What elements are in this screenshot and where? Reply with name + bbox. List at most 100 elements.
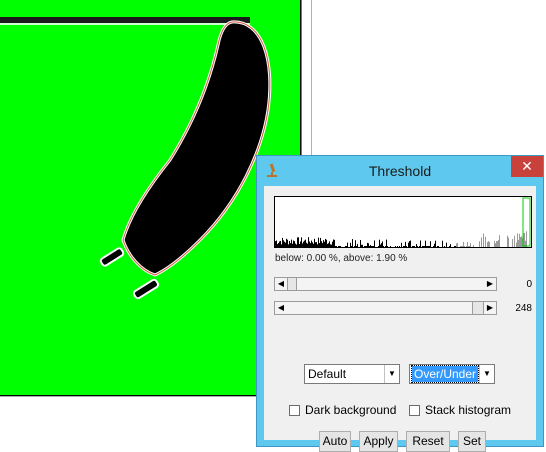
histogram-bin xyxy=(297,237,298,247)
histogram-bin xyxy=(463,241,464,247)
histogram-bin xyxy=(287,239,288,247)
histogram-bin xyxy=(386,239,387,247)
left-arrow-icon[interactable]: ◀ xyxy=(275,278,287,290)
histogram-bin xyxy=(390,246,391,247)
histogram-bin xyxy=(361,244,362,247)
histogram-bin xyxy=(519,233,520,247)
histogram-bin xyxy=(295,243,296,247)
histogram-bin xyxy=(306,242,307,247)
histogram-bin xyxy=(279,241,280,247)
dark-background-checkbox[interactable] xyxy=(289,404,300,416)
histogram-bin xyxy=(479,241,480,247)
histogram-bin xyxy=(381,243,382,247)
close-icon: ✕ xyxy=(521,158,533,174)
histogram-bin xyxy=(300,241,301,247)
histogram-bin xyxy=(425,240,426,247)
histogram-bin xyxy=(289,241,290,247)
histogram-bin xyxy=(470,243,471,247)
histogram-bin xyxy=(347,242,348,247)
histogram-bin xyxy=(427,246,428,247)
histogram-bin xyxy=(350,242,351,247)
histogram-bin xyxy=(489,241,490,247)
histogram-bin xyxy=(512,239,513,247)
method-select[interactable]: Default ▼ xyxy=(304,364,400,384)
histogram-bin xyxy=(336,246,337,247)
histogram-bin xyxy=(412,246,413,247)
histogram-bin xyxy=(516,242,517,247)
histogram-bin xyxy=(401,242,402,247)
histogram-bin xyxy=(283,240,284,247)
histogram-bin xyxy=(338,246,339,247)
thresholded-image xyxy=(0,17,272,300)
right-arrow-icon[interactable]: ▶ xyxy=(484,302,496,314)
histogram-bin xyxy=(456,243,457,247)
stack-histogram-checkbox[interactable] xyxy=(409,404,420,416)
histogram-bin xyxy=(288,244,289,247)
histogram-bin xyxy=(410,240,411,247)
histogram-bin xyxy=(370,244,371,247)
histogram-bin xyxy=(508,237,509,247)
chevron-down-icon[interactable]: ▼ xyxy=(384,365,399,383)
close-button[interactable]: ✕ xyxy=(511,156,543,177)
stack-histogram-option[interactable]: Stack histogram xyxy=(409,403,511,417)
histogram-bin xyxy=(422,246,423,247)
histogram-bin xyxy=(301,237,302,247)
method-select-value: Default xyxy=(308,367,347,381)
histogram-bin xyxy=(293,240,294,247)
histogram-bin xyxy=(291,239,292,247)
histogram-bin xyxy=(423,246,424,247)
histogram-bin xyxy=(285,242,286,247)
histogram-bin xyxy=(305,239,306,247)
histogram-bin xyxy=(362,244,363,247)
histogram-bin xyxy=(404,246,405,247)
histogram-bin xyxy=(314,238,315,247)
display-mode-select[interactable]: Over/Under ▼ xyxy=(409,364,495,384)
histogram-bin xyxy=(302,243,303,247)
histogram-bin xyxy=(372,246,373,247)
max-slider-thumb[interactable] xyxy=(472,302,484,314)
histogram-bin xyxy=(308,237,309,247)
threshold-stats: below: 0.00 %, above: 1.90 % xyxy=(275,253,408,264)
left-arrow-icon[interactable]: ◀ xyxy=(275,302,287,314)
histogram-bin xyxy=(323,240,324,247)
histogram-bin xyxy=(403,246,404,247)
histogram-bin xyxy=(426,246,427,247)
histogram-bin xyxy=(292,243,293,247)
histogram-bin xyxy=(299,244,300,247)
histogram-bin xyxy=(455,246,456,247)
histogram-bin xyxy=(311,240,312,247)
threshold-dialog: Threshold ✕ below: 0.00 %, above: 1.90 %… xyxy=(256,155,544,452)
dark-background-label: Dark background xyxy=(305,403,397,417)
histogram-bin xyxy=(417,246,418,247)
histogram-bin xyxy=(405,241,406,247)
histogram-bin xyxy=(329,241,330,247)
histogram-bin xyxy=(280,240,281,247)
histogram-bin xyxy=(485,236,486,247)
max-threshold-slider[interactable]: ◀ ▶ xyxy=(274,301,497,315)
histogram-bin xyxy=(368,243,369,247)
min-slider-thumb[interactable] xyxy=(287,278,297,290)
dialog-titlebar[interactable]: Threshold ✕ xyxy=(257,156,543,186)
histogram-bin xyxy=(435,240,436,247)
histogram-bin xyxy=(399,246,400,247)
histogram-bin xyxy=(335,246,336,247)
right-arrow-icon[interactable]: ▶ xyxy=(484,278,496,290)
histogram-bin xyxy=(518,240,519,247)
histogram-bin xyxy=(310,243,311,247)
dark-background-option[interactable]: Dark background xyxy=(289,403,396,417)
histogram-bin xyxy=(380,244,381,247)
histogram-bin xyxy=(457,242,458,247)
histogram-bin xyxy=(275,241,276,247)
histogram-bin xyxy=(276,240,277,247)
histogram-bin xyxy=(378,246,379,247)
chevron-down-icon[interactable]: ▼ xyxy=(479,365,494,383)
histogram-bin xyxy=(524,232,525,247)
histogram-bin xyxy=(468,246,469,247)
histogram-bin xyxy=(498,240,499,247)
min-threshold-slider[interactable]: ◀ ▶ xyxy=(274,277,497,291)
histogram-bin xyxy=(331,244,332,247)
histogram-bin xyxy=(319,243,320,247)
histogram-bin xyxy=(514,235,515,247)
histogram-bin xyxy=(446,242,447,247)
histogram-bin xyxy=(408,242,409,247)
